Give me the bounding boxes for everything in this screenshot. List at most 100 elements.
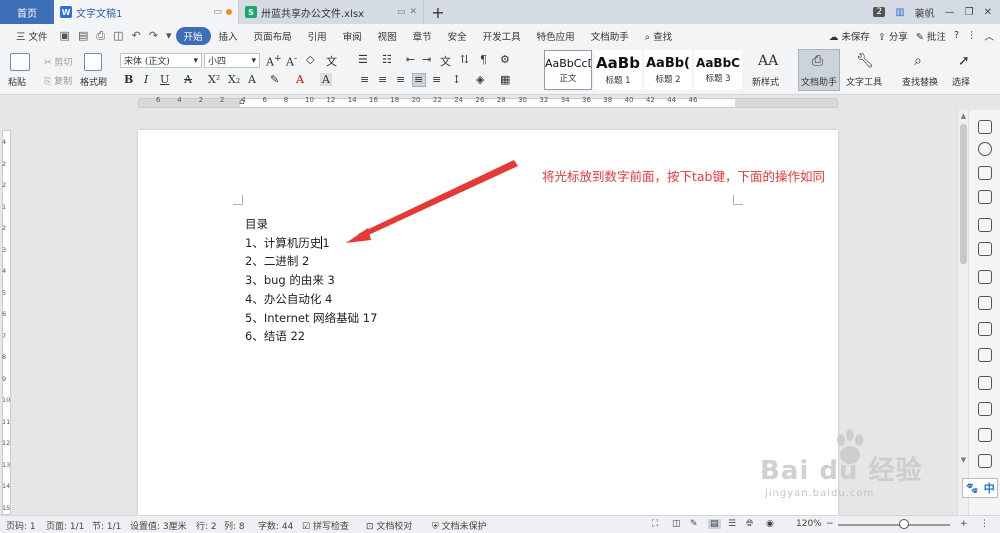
menu-item-developer[interactable]: 开发工具 — [475, 29, 529, 43]
pointer-icon[interactable] — [978, 120, 992, 134]
style-heading-3[interactable]: AaBbC 标题 3 — [694, 50, 742, 90]
paste-button[interactable]: 粘贴 — [8, 75, 26, 88]
more-icon[interactable]: ⋮ — [967, 30, 977, 41]
menu-item-review[interactable]: 审阅 — [335, 29, 370, 43]
tab-home[interactable]: 首页 — [0, 0, 54, 24]
sort-icon[interactable]: ⇅ — [460, 53, 469, 66]
status-pages[interactable]: 页面: 1/1 — [46, 519, 84, 532]
show-marks-icon[interactable]: ¶ — [480, 53, 487, 66]
location-icon[interactable] — [978, 142, 992, 156]
copy-button[interactable]: ⎘ 复制 — [44, 74, 72, 87]
italic-icon[interactable]: I — [144, 73, 148, 86]
status-word-count[interactable]: 字数: 44 — [258, 519, 293, 532]
text-tools-button[interactable]: 文字工具 — [846, 75, 882, 88]
pdf-icon[interactable]: ▤ — [74, 29, 92, 42]
justify-icon[interactable]: ≡ — [414, 73, 423, 86]
menu-item-security[interactable]: 安全 — [440, 29, 475, 43]
borders-icon[interactable]: ▦ — [500, 73, 510, 86]
monitor-icon[interactable]: ▭ — [213, 7, 222, 17]
chinese-layout-icon[interactable]: 文 — [440, 53, 451, 69]
new-tab-button[interactable]: + — [424, 0, 452, 24]
reading-view-icon[interactable]: ◫ — [672, 519, 681, 529]
bold-icon[interactable]: B — [124, 73, 133, 86]
grow-font-icon[interactable]: A+ — [266, 53, 282, 69]
collapse-ribbon-icon[interactable]: ︿ — [984, 29, 994, 43]
print-icon[interactable]: ⎙ — [92, 29, 109, 43]
format-painter-icon[interactable] — [84, 53, 102, 71]
spell-check-button[interactable]: ☑ 拼写检查 — [302, 519, 349, 532]
style-normal[interactable]: AaBbCcD 正文 — [544, 50, 592, 90]
status-col[interactable]: 列: 8 — [224, 519, 245, 532]
indent-marker-icon[interactable]: ⌂ — [239, 97, 245, 107]
outline-view-icon[interactable]: ☰ — [728, 519, 736, 529]
doc-icon[interactable] — [978, 242, 992, 256]
superscript-icon[interactable]: X² — [208, 73, 220, 86]
align-right-icon[interactable]: ≡ — [396, 73, 405, 86]
image-icon[interactable] — [978, 454, 992, 468]
tab-document[interactable]: W 文字文稿1 ▭ — [54, 0, 239, 24]
clear-format-icon[interactable]: ◇ — [306, 53, 314, 66]
distributed-align-icon[interactable]: ≡ — [432, 73, 441, 86]
table-icon[interactable] — [978, 218, 992, 232]
copy-doc-icon[interactable] — [978, 348, 992, 362]
status-setting[interactable]: 设置值: 3厘米 — [130, 519, 187, 532]
shading-icon[interactable]: ◈ — [476, 73, 484, 86]
find-replace-icon[interactable]: ⌕ — [914, 53, 922, 69]
menu-item-start[interactable]: 开始 — [175, 26, 211, 45]
font-name-select[interactable]: 宋体 (正文) ▾ — [120, 53, 202, 68]
ime-indicator[interactable]: 🐾︎ 中 — [962, 478, 998, 498]
user-avatar-icon[interactable]: ▥ — [895, 7, 904, 18]
file-menu[interactable]: 三 文件 — [8, 29, 56, 43]
scroll-thumb[interactable] — [960, 124, 967, 264]
stamp-icon[interactable] — [978, 190, 992, 204]
char-shading-icon[interactable]: A — [320, 73, 332, 86]
text-effect-icon[interactable]: A — [248, 73, 256, 86]
writing-mode-icon[interactable]: ✎ — [690, 519, 698, 529]
style-heading-2[interactable]: AaBb( 标题 2 — [644, 50, 692, 90]
bullet-list-icon[interactable]: ☰ — [358, 53, 368, 66]
zoom-slider-thumb[interactable] — [899, 519, 909, 529]
shrink-font-icon[interactable]: A- — [286, 53, 297, 69]
menu-item-doc-assistant[interactable]: 文档助手 — [583, 29, 637, 43]
underline-icon[interactable]: U — [160, 73, 169, 86]
increase-indent-icon[interactable]: ⇥ — [422, 53, 431, 66]
export-icon[interactable] — [978, 376, 992, 390]
tab-spreadsheet[interactable]: S 卅蓝共享办公文件.xlsx ▭ ✕ — [239, 0, 424, 24]
web-view-icon[interactable]: 🌐︎ — [746, 519, 753, 529]
protect-button[interactable]: ⛨ 文档未保护 — [432, 519, 487, 532]
lock-icon[interactable] — [978, 322, 992, 336]
new-style-button[interactable]: 新样式 — [752, 75, 779, 88]
archive-icon[interactable] — [978, 428, 992, 442]
new-style-icon[interactable]: AA — [758, 53, 778, 69]
menu-item-features[interactable]: 特色应用 — [529, 29, 583, 43]
user-name[interactable]: 蓑帆 — [915, 5, 935, 20]
chart-icon[interactable] — [978, 270, 992, 284]
zoom-level[interactable]: 120% — [796, 519, 822, 529]
font-size-select[interactable]: 小四 ▾ — [204, 53, 260, 68]
monitor-icon[interactable]: ▭ — [397, 7, 406, 17]
print-preview-icon[interactable]: ◫ — [109, 29, 127, 42]
unsaved-status[interactable]: ☁ 未保存 — [829, 29, 870, 43]
select-cursor-icon[interactable]: ➚ — [958, 53, 970, 69]
share-button[interactable]: ⇪ 分享 — [878, 29, 908, 43]
style-heading-1[interactable]: AaBb 标题 1 — [594, 50, 642, 90]
text-tools-icon[interactable]: 🔧︎ — [856, 53, 874, 69]
menu-item-view[interactable]: 视图 — [370, 29, 405, 43]
align-left-icon[interactable]: ≡ — [360, 73, 369, 86]
decrease-indent-icon[interactable]: ⇤ — [406, 53, 415, 66]
proofread-button[interactable]: ⊡ 文档校对 — [366, 519, 412, 532]
menu-item-references[interactable]: 引用 — [300, 29, 335, 43]
menu-search[interactable]: ⌕ 查找 — [637, 29, 680, 43]
minimize-icon[interactable]: — — [945, 7, 955, 18]
paste-icon[interactable] — [10, 53, 30, 71]
menu-item-chapter[interactable]: 章节 — [405, 29, 440, 43]
vertical-scrollbar[interactable]: ▲ ▼ — [957, 110, 968, 515]
status-row[interactable]: 行: 2 — [196, 519, 217, 532]
redo-icon[interactable]: ↷ — [145, 29, 162, 42]
undo-icon[interactable]: ↶ — [128, 29, 145, 42]
align-center-icon[interactable]: ≡ — [378, 73, 387, 86]
restore-icon[interactable]: ❐ — [965, 7, 974, 18]
status-section[interactable]: 节: 1/1 — [92, 519, 121, 532]
dropdown-icon[interactable]: ▾ — [162, 29, 176, 42]
menu-item-insert[interactable]: 插入 — [211, 29, 246, 43]
